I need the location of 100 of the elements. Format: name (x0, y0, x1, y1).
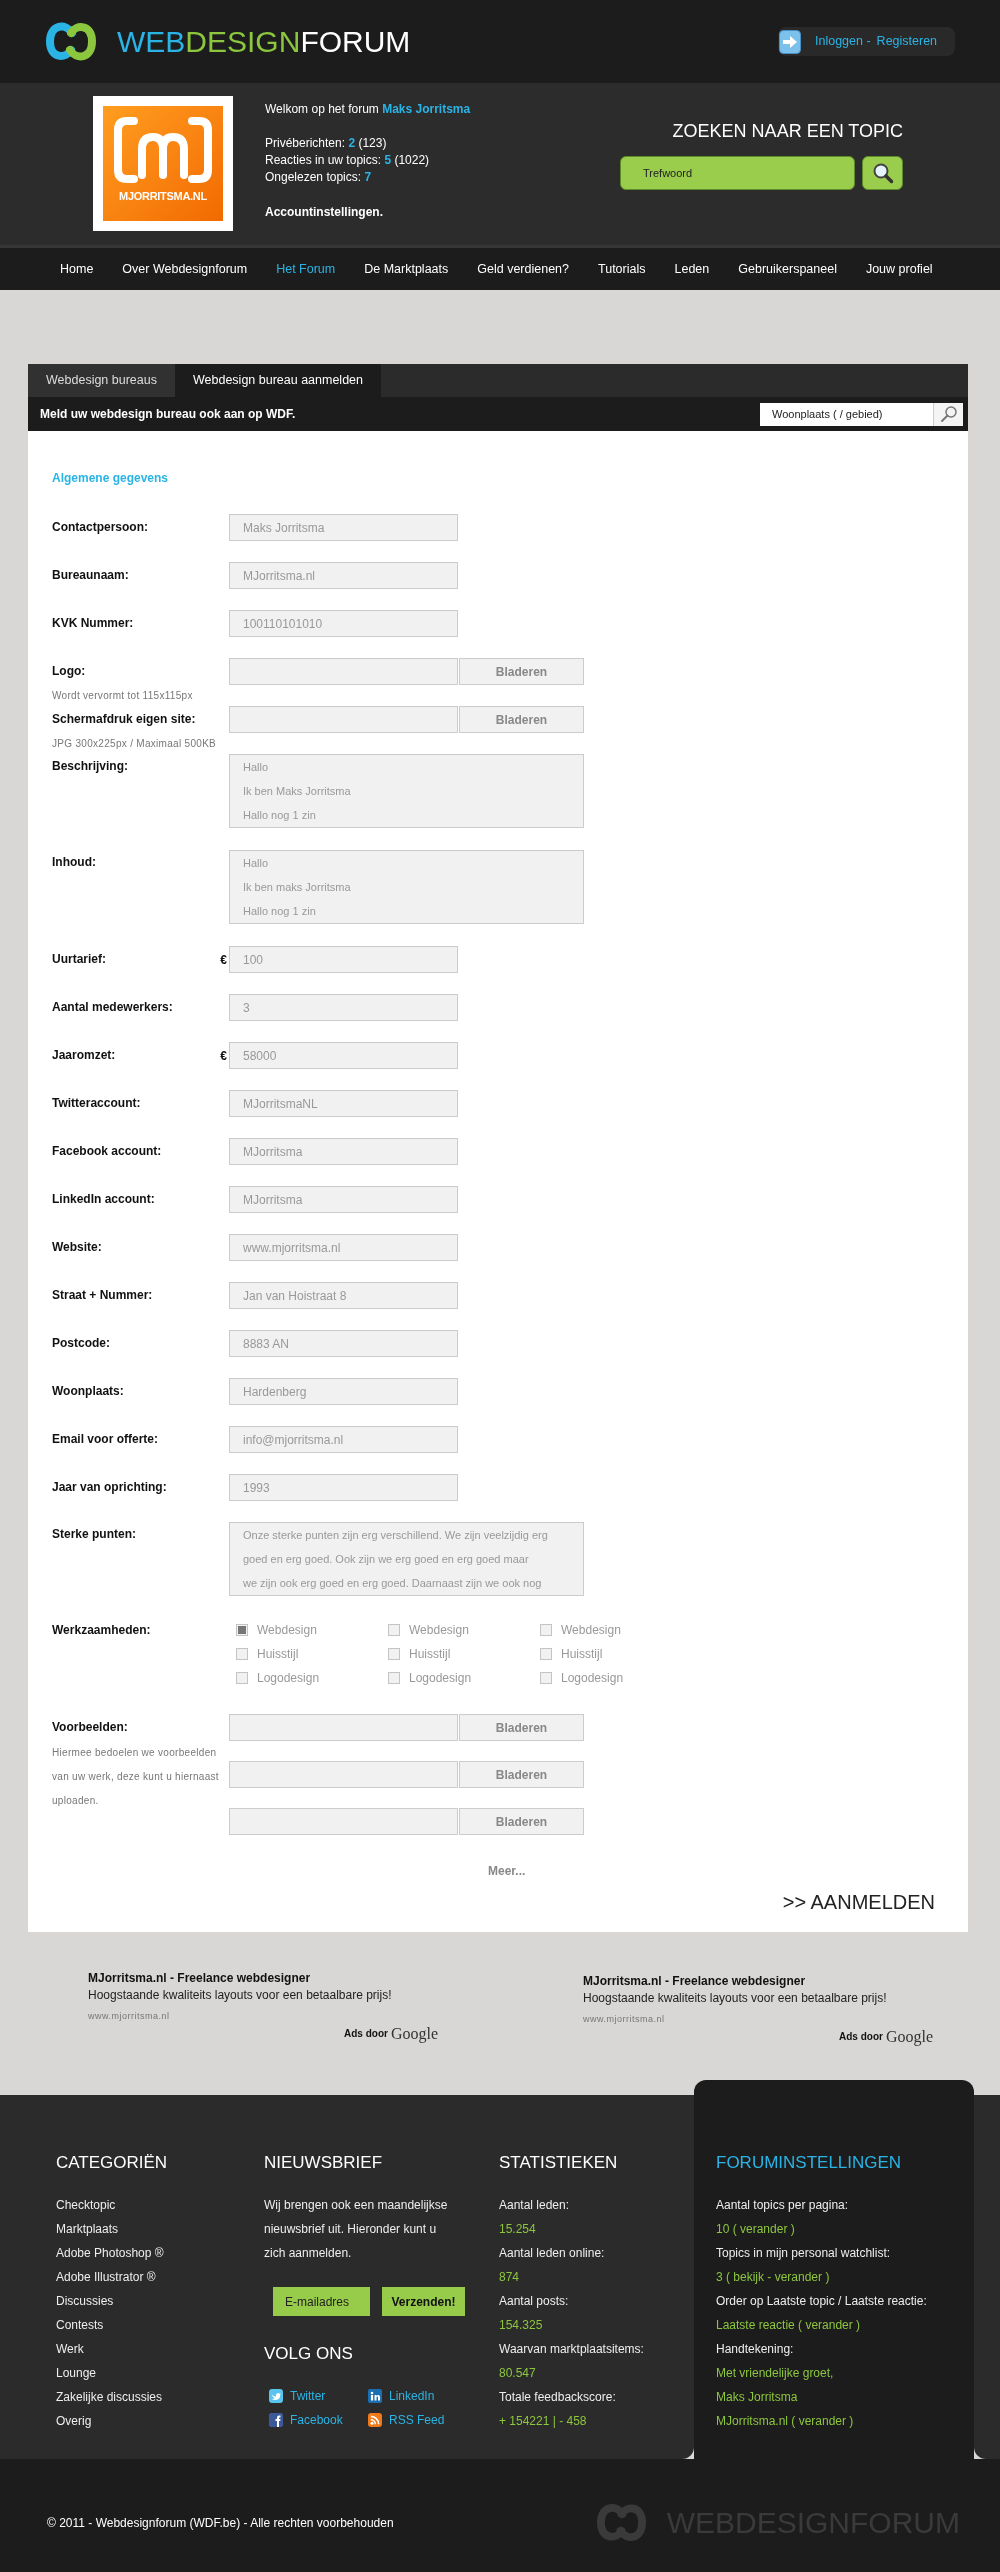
ad-title[interactable]: MJorritsma.nl - Freelance webdesigner (583, 1973, 933, 1989)
file-path-field[interactable] (229, 1761, 458, 1788)
footer-heading: NIEUWSBRIEF (264, 2152, 384, 2174)
login-link[interactable]: Inloggen - (815, 32, 871, 51)
nav-link[interactable]: De Marktplaats (364, 259, 449, 279)
info-label: Waarvan marktplaatsitems: (499, 2341, 645, 2358)
field-label: LinkedIn account: (52, 1191, 155, 1208)
category-link[interactable]: Werk (56, 2337, 84, 2361)
info-label: Handtekening: (716, 2341, 795, 2358)
social-link[interactable]: RSS Feed (368, 2408, 445, 2432)
ad-title[interactable]: MJorritsma.nl - Freelance webdesigner (88, 1970, 438, 1986)
newsletter-text: Wij brengen ook een maandelijkse nieuwsbrief uit. Hieronder kunt u zich aanmelden. (264, 2197, 449, 2262)
info-value: Laatste reactie ( verander ) (716, 2317, 862, 2334)
category-link[interactable]: Adobe Illustrator ® (56, 2265, 156, 2289)
category-link[interactable]: Marktplaats (56, 2217, 119, 2241)
field-label: Twitteraccount: (52, 1095, 141, 1112)
bracket-logo-icon (112, 115, 214, 185)
register-link[interactable]: Registeren (876, 32, 938, 51)
ad-attribution: Ads door (344, 2027, 388, 2041)
checkbox[interactable] (388, 1672, 400, 1684)
nav-link[interactable]: Gebruikerspaneel (738, 259, 837, 279)
tab[interactable]: Webdesign bureaus (28, 364, 175, 397)
avatar-caption: MJORRITSMA.NL (119, 189, 207, 204)
file-path-field[interactable] (229, 1808, 458, 1835)
field-hint: Wordt vervormt tot 115x115px (52, 689, 194, 703)
field-label: Uurtarief: (52, 951, 106, 968)
info-label: Order op Laatste topic / Laatste reactie: (716, 2293, 928, 2310)
social-link[interactable]: LinkedIn (368, 2384, 435, 2408)
info-label: Aantal leden: (499, 2197, 571, 2214)
checkbox-label: Huisstijl (409, 1646, 451, 1663)
checkbox-label: Logodesign (409, 1670, 472, 1687)
checkbox-label: Huisstijl (561, 1646, 603, 1663)
file-path-field[interactable] (229, 658, 458, 685)
nav-link[interactable]: Jouw profiel (865, 259, 933, 279)
browse-button[interactable]: Bladeren (459, 1808, 584, 1835)
more-link[interactable]: Meer... (488, 1863, 526, 1879)
browse-button[interactable]: Bladeren (459, 1714, 584, 1741)
field-label: Aantal medewerkers: (52, 999, 173, 1016)
send-button[interactable]: Verzenden! (382, 2287, 465, 2316)
info-label: Topics in mijn personal watchlist: (716, 2245, 892, 2262)
currency-symbol: € (220, 1047, 228, 1065)
field-label: Email voor offerte: (52, 1431, 159, 1448)
category-link[interactable]: Zakelijke discussies (56, 2385, 163, 2409)
browse-button[interactable]: Bladeren (459, 706, 584, 733)
footer-heading: VOLG ONS (264, 2343, 354, 2365)
info-value: Met vriendelijke groet, (716, 2365, 835, 2382)
checkbox[interactable] (236, 1624, 248, 1636)
twitter-icon (269, 2389, 283, 2403)
checkbox[interactable] (388, 1648, 400, 1660)
nav-link[interactable]: Leden (674, 259, 710, 279)
site-logo-text: WEBDESIGNFORUM (117, 23, 411, 60)
checkbox[interactable] (236, 1672, 248, 1684)
checkbox[interactable] (236, 1648, 248, 1660)
category-link[interactable]: Discussies (56, 2289, 114, 2313)
ad-provider: Google (885, 2027, 933, 2047)
social-link[interactable]: Facebook (269, 2408, 343, 2432)
category-link[interactable]: Overig (56, 2409, 92, 2433)
logo-icon (595, 2501, 647, 2544)
subheader-text: Meld uw webdesign bureau ook aan op WDF. (40, 406, 296, 423)
file-path-field[interactable] (229, 1714, 458, 1741)
info-value: + 154221 | - 458 (499, 2413, 588, 2430)
footer-heading: CATEGORIËN (56, 2152, 169, 2174)
nav-link[interactable]: Home (60, 259, 94, 279)
field-hint: JPG 300x225px / Maximaal 500KB (52, 737, 218, 751)
nav-link[interactable]: Het Forum (276, 259, 336, 279)
checkbox-label: Webdesign (257, 1622, 317, 1639)
search-button[interactable] (933, 402, 963, 426)
browse-button[interactable]: Bladeren (459, 1761, 584, 1788)
location-search-field[interactable]: Woonplaats ( / gebied) (760, 402, 933, 426)
email-field[interactable]: E-mailadres (273, 2287, 370, 2316)
info-label: Aantal topics per pagina: (716, 2197, 850, 2214)
category-link[interactable]: Adobe Photoshop ® (56, 2241, 164, 2265)
ad-url: www.mjorritsma.nl (88, 2010, 171, 2022)
facebook-icon (269, 2413, 283, 2427)
checkbox-label: Logodesign (561, 1670, 624, 1687)
rss-icon (368, 2413, 382, 2427)
linkedin-icon (368, 2389, 382, 2403)
category-link[interactable]: Lounge (56, 2361, 97, 2385)
file-path-field[interactable] (229, 706, 458, 733)
ad-text: Hoogstaande kwaliteits layouts voor een betaalbare prijs! (88, 1987, 393, 2004)
checkbox[interactable] (540, 1672, 552, 1684)
social-link[interactable]: Twitter (269, 2384, 326, 2408)
checkbox[interactable] (540, 1624, 552, 1636)
search-button[interactable] (862, 156, 903, 190)
stat-text: Privéberichten: 2 (123) (265, 135, 388, 152)
info-label: Totale feedbackscore: (499, 2389, 617, 2406)
checkbox-label: Huisstijl (257, 1646, 299, 1663)
submit-button[interactable]: >> AANMELDEN (782, 1890, 935, 1914)
info-value: MJorritsma.nl ( verander ) (716, 2413, 855, 2430)
category-link[interactable]: Checktopic (56, 2193, 116, 2217)
checkbox[interactable] (540, 1648, 552, 1660)
search-field[interactable]: Trefwoord (620, 156, 855, 190)
tab[interactable]: Webdesign bureau aanmelden (174, 364, 381, 397)
category-link[interactable]: Contests (56, 2313, 104, 2337)
browse-button[interactable]: Bladeren (459, 658, 584, 685)
nav-link[interactable]: Geld verdienen? (477, 259, 569, 279)
nav-link[interactable]: Over Webdesignforum (122, 259, 248, 279)
nav-link[interactable]: Tutorials (598, 259, 646, 279)
account-settings-link[interactable]: Accountinstellingen. (265, 204, 471, 221)
checkbox[interactable] (388, 1624, 400, 1636)
